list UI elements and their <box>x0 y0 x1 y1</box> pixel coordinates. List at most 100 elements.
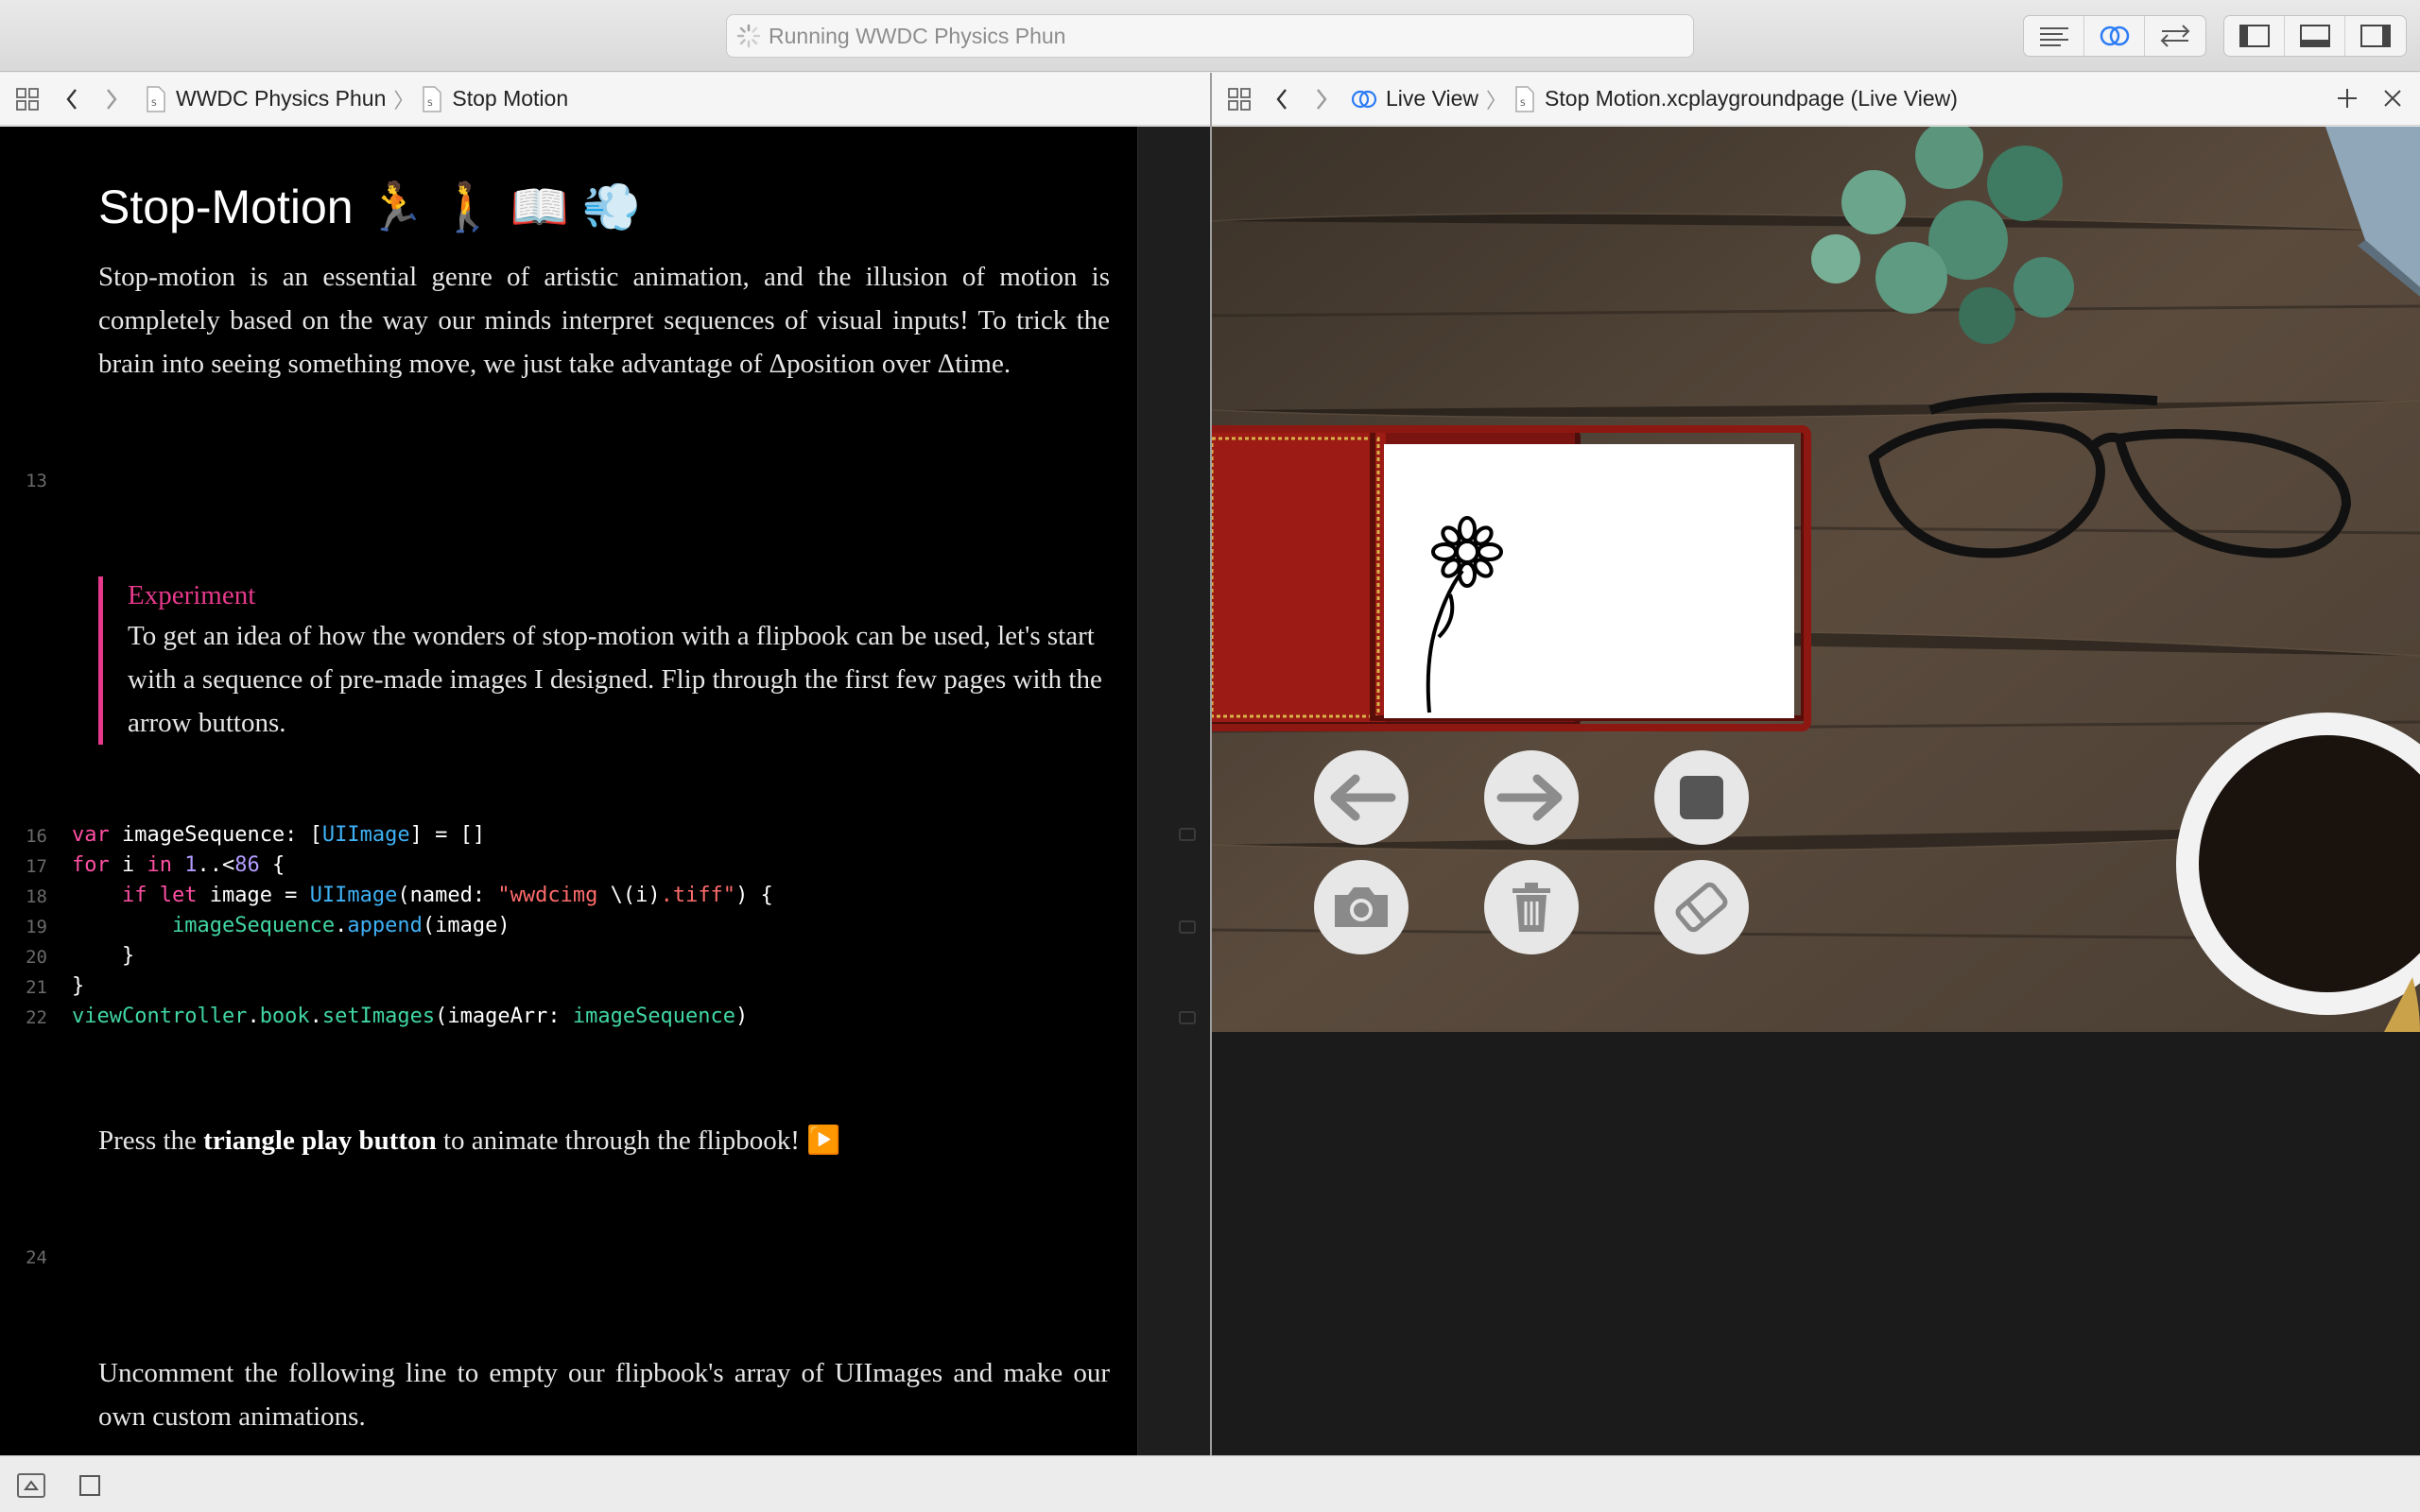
window-toolbar: Running WWDC Physics Phun <box>0 0 2420 72</box>
line-number: 16 <box>26 826 47 847</box>
right-panel-icon <box>2360 25 2391 47</box>
code-line: if let image = UIImage(named: "wwdcimg \… <box>121 884 773 907</box>
result-marker[interactable] <box>1179 828 1196 841</box>
left-jump-bar: S WWDC Physics Phun 〉 S Stop Motion <box>0 73 1210 126</box>
crumb-separator: 〉 <box>393 88 415 112</box>
assistant-forward-button[interactable] <box>1312 80 1331 118</box>
close-icon <box>2384 90 2401 107</box>
swap-arrows-icon <box>2160 25 2190 47</box>
debug-bar <box>0 1455 2420 1512</box>
code-line: viewController.book.setImages(imageArr: … <box>72 1005 749 1028</box>
triangle-up-icon <box>24 1480 39 1490</box>
camera-icon <box>1335 887 1388 927</box>
utilities-toggle-button[interactable] <box>2345 16 2406 56</box>
svg-text:S: S <box>151 99 157 109</box>
activity-text: Running WWDC Physics Phun <box>769 23 1066 48</box>
line-number: 24 <box>26 1247 47 1268</box>
live-view[interactable] <box>1212 127 2420 1032</box>
stop-icon <box>1680 776 1723 819</box>
previous-page-button[interactable] <box>1314 750 1409 845</box>
callout-heading: Experiment <box>128 580 256 610</box>
code-line: } <box>72 974 85 998</box>
intro-paragraph: Stop-motion is an essential genre of art… <box>98 262 1110 379</box>
assistant-related-button[interactable] <box>1225 80 1253 118</box>
lines-icon <box>2039 27 2068 46</box>
crumb-project[interactable]: S WWDC Physics Phun <box>146 85 387 112</box>
next-page-button[interactable] <box>1484 750 1579 845</box>
grid-icon <box>16 87 39 111</box>
line-number: 20 <box>26 947 47 968</box>
line-number: 17 <box>26 856 47 877</box>
trash-icon <box>1512 883 1550 932</box>
back-button[interactable] <box>62 80 81 118</box>
crumb-live-page[interactable]: S Stop Motion.xcplaygroundpage (Live Vie… <box>1514 85 1958 112</box>
assistant-editor-button[interactable] <box>2084 16 2145 56</box>
crumb-page-label: Stop Motion <box>452 86 569 111</box>
page-title: Stop-Motion 🏃 🚶 📖 💨 <box>98 180 642 233</box>
arrow-right-icon <box>1496 774 1563 821</box>
chevron-right-icon <box>107 88 117 110</box>
live-view-empty-area <box>1212 1032 2420 1455</box>
line-number: 22 <box>26 1007 47 1028</box>
callout-body: To get an idea of how the wonders of sto… <box>128 621 1102 738</box>
flipbook <box>1212 425 1811 731</box>
svg-text:S: S <box>427 99 433 109</box>
assistant-back-button[interactable] <box>1272 80 1291 118</box>
chevron-right-icon <box>1317 88 1327 110</box>
show-debug-area-button[interactable] <box>17 1473 45 1498</box>
assistant-rings-icon <box>1351 90 1377 108</box>
crumb-page[interactable]: S Stop Motion <box>422 85 569 112</box>
eraser-icon <box>1675 882 1728 933</box>
plus-icon <box>2338 89 2357 108</box>
result-marker[interactable] <box>1179 1011 1196 1024</box>
eraser-button[interactable] <box>1654 860 1749 954</box>
arrow-left-icon <box>1330 774 1396 821</box>
crumb-separator: 〉 <box>1486 88 1508 112</box>
result-marker[interactable] <box>1179 920 1196 934</box>
press-play-paragraph: Press the triangle play button to animat… <box>98 1119 1110 1162</box>
playground-page-icon: S <box>1515 85 1534 112</box>
experiment-callout: Experiment To get an idea of how the won… <box>98 576 1110 745</box>
chevron-left-icon <box>66 88 77 110</box>
line-number: 18 <box>26 886 47 907</box>
press-post: to animate through the flipbook! ▶️ <box>436 1125 841 1156</box>
version-editor-button[interactable] <box>2145 16 2205 56</box>
editor-mode-group <box>2023 15 2206 57</box>
playground-file-icon: S <box>147 85 165 112</box>
delete-page-button[interactable] <box>1484 860 1579 954</box>
grid-icon <box>1228 87 1251 111</box>
playground-page-icon: S <box>423 85 442 112</box>
bottom-panel-icon <box>2299 25 2330 47</box>
code-line: imageSequence.append(image) <box>171 914 510 937</box>
navigator-toggle-button[interactable] <box>2224 16 2285 56</box>
code-line: } <box>72 944 135 968</box>
chevron-left-icon <box>1276 88 1287 110</box>
panel-toggle-group <box>2223 15 2407 57</box>
assistant-rings-icon <box>2100 26 2129 46</box>
crumb-live-view[interactable]: Live View <box>1350 86 1478 112</box>
uncomment-paragraph: Uncomment the following line to empty ou… <box>98 1358 1110 1432</box>
standard-editor-button[interactable] <box>2024 16 2084 56</box>
forward-button[interactable] <box>102 80 121 118</box>
crumb-live-view-label: Live View <box>1386 86 1479 111</box>
camera-button[interactable] <box>1314 860 1409 954</box>
stop-execution-button[interactable] <box>79 1475 100 1496</box>
right-jump-bar: Live View 〉 S Stop Motion.xcplaygroundpa… <box>1212 73 2420 126</box>
code-line: for i in 1..<86 { <box>72 853 285 877</box>
crumb-project-label: WWDC Physics Phun <box>176 86 387 111</box>
line-number: 13 <box>26 471 47 491</box>
result-sidebar <box>1137 127 1210 1455</box>
line-number: 19 <box>26 917 47 937</box>
related-items-button[interactable] <box>13 80 42 118</box>
source-editor[interactable]: Stop-Motion 🏃 🚶 📖 💨 Stop-motion is an es… <box>0 127 1137 1455</box>
debug-toggle-button[interactable] <box>2285 16 2345 56</box>
activity-viewer: Running WWDC Physics Phun <box>726 14 1694 58</box>
press-pre: Press the <box>98 1125 204 1156</box>
add-editor-button[interactable] <box>2331 82 2363 114</box>
press-bold: triangle play button <box>203 1125 437 1156</box>
stop-button[interactable] <box>1654 750 1749 845</box>
svg-text:S: S <box>1520 99 1526 109</box>
close-editor-button[interactable] <box>2377 82 2409 114</box>
left-panel-icon <box>2238 25 2270 47</box>
crumb-live-page-label: Stop Motion.xcplaygroundpage (Live View) <box>1545 86 1958 111</box>
